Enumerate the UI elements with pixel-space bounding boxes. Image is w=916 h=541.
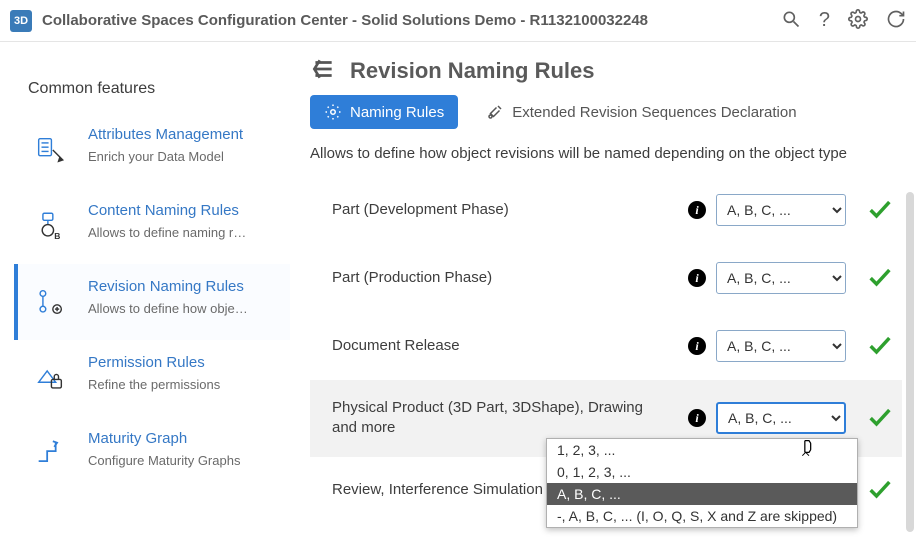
info-icon[interactable]: i [688, 337, 706, 355]
dropdown-option[interactable]: 0, 1, 2, 3, ... [547, 461, 857, 483]
check-icon [866, 475, 894, 506]
refresh-icon[interactable] [886, 9, 906, 32]
rule-select[interactable]: A, B, C, ... [716, 330, 846, 362]
gear-icon[interactable] [848, 9, 868, 32]
rule-row: Document Release i A, B, C, ... [310, 312, 902, 380]
help-icon[interactable]: ? [819, 9, 830, 32]
dropdown-options: 1, 2, 3, ... 0, 1, 2, 3, ... A, B, C, ..… [546, 438, 858, 528]
check-icon [866, 195, 894, 226]
tab-extended-sequences[interactable]: Extended Revision Sequences Declaration [472, 95, 810, 129]
check-icon [866, 263, 894, 294]
sidebar-item-label: Permission Rules [88, 354, 280, 373]
sidebar-item-maturity[interactable]: Maturity Graph Configure Maturity Graphs [14, 416, 290, 492]
info-icon[interactable]: i [688, 409, 706, 427]
sidebar-item-label: Revision Naming Rules [88, 278, 280, 297]
permission-icon [26, 354, 74, 402]
sidebar-item-label: Maturity Graph [88, 430, 280, 449]
intro-text: Allows to define how object revisions wi… [310, 145, 916, 162]
rule-label: Part (Production Phase) [332, 268, 678, 288]
rule-label: Part (Development Phase) [332, 200, 678, 220]
sidebar-item-label: Attributes Management [88, 126, 280, 145]
info-icon[interactable]: i [688, 201, 706, 219]
page-title: Revision Naming Rules [350, 58, 595, 84]
sidebar-item-desc: Allows to define how obje… [88, 301, 280, 316]
rule-select[interactable]: A, B, C, ... [716, 194, 846, 226]
tabs: Naming Rules Extended Revision Sequences… [310, 95, 916, 129]
sidebar-item-label: Content Naming Rules [88, 202, 280, 221]
app-title: Collaborative Spaces Configuration Cente… [42, 12, 781, 29]
rule-label: Document Release [332, 336, 678, 356]
check-icon [866, 403, 894, 434]
dropdown-option[interactable]: -, A, B, C, ... (I, O, Q, S, X and Z are… [547, 505, 857, 527]
rule-row: Part (Development Phase) i A, B, C, ... [310, 176, 902, 244]
app-logo-icon: 3D [10, 10, 32, 32]
svg-text:B: B [54, 231, 60, 241]
sidebar-item-revision-naming[interactable]: Revision Naming Rules Allows to define h… [14, 264, 290, 340]
top-bar: 3D Collaborative Spaces Configuration Ce… [0, 0, 916, 42]
dropdown-option[interactable]: A, B, C, ... [547, 483, 857, 505]
rule-select[interactable]: A, B, C, ... [716, 262, 846, 294]
sidebar: Common features Attributes Management En… [0, 42, 300, 541]
sidebar-item-attributes[interactable]: Attributes Management Enrich your Data M… [14, 112, 290, 188]
search-icon[interactable] [781, 9, 801, 32]
maturity-icon [26, 430, 74, 478]
info-icon[interactable]: i [688, 269, 706, 287]
revision-naming-icon [26, 278, 74, 326]
check-icon [866, 331, 894, 362]
dropdown-option[interactable]: 1, 2, 3, ... [547, 439, 857, 461]
sidebar-item-desc: Enrich your Data Model [88, 149, 280, 164]
content-naming-icon: B [26, 202, 74, 250]
tab-label: Naming Rules [350, 104, 444, 121]
tab-label: Extended Revision Sequences Declaration [512, 104, 796, 121]
sidebar-item-desc: Allows to define naming r… [88, 225, 280, 240]
rule-row: Part (Production Phase) i A, B, C, ... [310, 244, 902, 312]
sidebar-item-desc: Configure Maturity Graphs [88, 453, 280, 468]
tools-icon [486, 103, 504, 121]
gear-icon [324, 103, 342, 121]
rule-label: Physical Product (3D Part, 3DShape), Dra… [332, 398, 678, 439]
rule-select[interactable]: A, B, C, ... [716, 402, 846, 434]
sidebar-item-permission[interactable]: Permission Rules Refine the permissions [14, 340, 290, 416]
scrollbar[interactable] [906, 192, 914, 532]
back-icon[interactable] [310, 56, 336, 85]
attributes-icon [26, 126, 74, 174]
sidebar-item-desc: Refine the permissions [88, 377, 280, 392]
sidebar-section-title: Common features [28, 80, 290, 98]
sidebar-item-content-naming[interactable]: B Content Naming Rules Allows to define … [14, 188, 290, 264]
tab-naming-rules[interactable]: Naming Rules [310, 95, 458, 129]
